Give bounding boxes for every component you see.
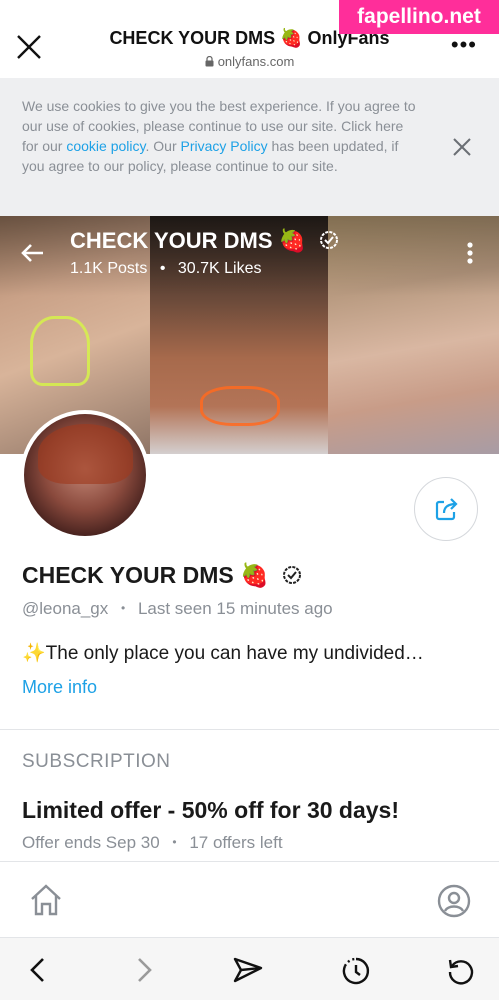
more-icon[interactable]: ••• [451,34,477,56]
cover-name-text: CHECK YOUR DMS 🍓 [70,228,307,253]
cookie-policy-link[interactable]: cookie policy [66,138,145,154]
verified-icon [283,566,302,584]
divider [0,729,499,730]
separator-dot: • [159,260,166,277]
cookie-text: We use cookies to give you the best expe… [22,96,422,176]
more-info-link[interactable]: More info [22,677,97,698]
separator-dot: • [121,601,126,615]
cover-name: CHECK YOUR DMS 🍓 [70,228,340,254]
profile-meta: @leona_gx • Last seen 15 minutes ago [22,599,333,619]
last-seen: Last seen 15 minutes ago [137,599,333,618]
cover-stats: 1.1K Posts • 30.7K Likes [70,260,262,278]
lock-icon [205,56,214,67]
watermark: fapellino.net [339,0,499,34]
user-icon[interactable] [437,884,471,918]
cover-detail [30,316,90,386]
offers-left: 17 offers left [189,833,283,852]
share-button[interactable] [414,477,478,541]
browser-url-text: onlyfans.com [217,54,295,69]
share-icon [435,498,458,521]
offer-meta: Offer ends Sep 30 • 17 offers left [22,833,283,853]
profile-name: CHECK YOUR DMS 🍓 [22,562,303,589]
verified-icon [320,231,339,249]
send-icon[interactable] [232,956,264,984]
posts-count[interactable]: 1.1K Posts [70,260,147,277]
close-icon[interactable] [451,136,473,158]
offer-title: Limited offer - 50% off for 30 days! [22,797,400,823]
offer-ends: Offer ends Sep 30 [22,833,160,852]
cookie-text-2: . Our [145,138,181,154]
cookie-banner: We use cookies to give you the best expe… [0,78,499,216]
profile-name-text: CHECK YOUR DMS 🍓 [22,562,269,588]
profile-bio: ✨The only place you can have my undivide… [22,643,424,664]
nav-forward-icon[interactable] [132,956,156,984]
browser-url[interactable]: onlyfans.com [0,54,499,69]
back-icon[interactable] [20,240,46,266]
browser-bottom-bar [0,937,499,1000]
likes-count: 30.7K Likes [177,260,262,277]
timer-icon[interactable] [340,956,372,986]
app-bottom-nav [0,861,499,937]
separator-dot: • [172,835,177,849]
profile-handle: @leona_gx [22,599,109,618]
subscription-heading: SUBSCRIPTION [22,751,171,772]
kebab-icon[interactable] [467,242,473,264]
home-icon[interactable] [28,882,64,918]
reload-icon[interactable] [446,956,476,986]
avatar[interactable] [20,410,150,540]
avatar-detail [38,424,133,484]
cover-detail [200,386,280,426]
nav-back-icon[interactable] [26,956,50,984]
privacy-policy-link[interactable]: Privacy Policy [181,138,268,154]
